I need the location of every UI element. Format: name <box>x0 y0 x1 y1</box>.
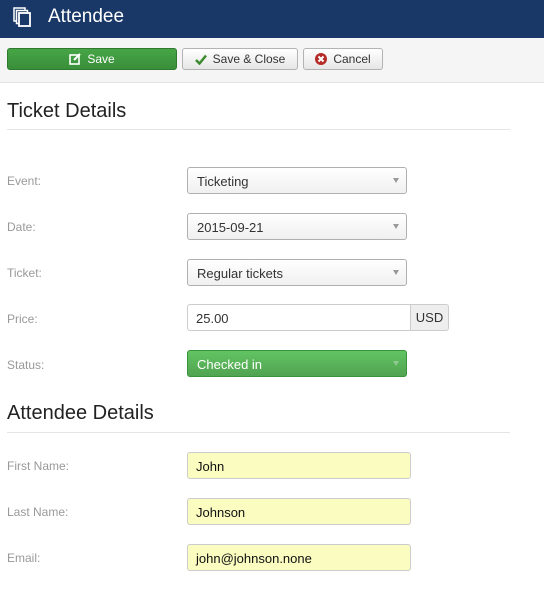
first-name-label: First Name: <box>7 459 70 473</box>
date-label: Date: <box>7 220 36 234</box>
toolbar: Save Save & Close Cancel <box>0 38 544 83</box>
event-label: Event: <box>7 174 42 188</box>
last-name-label: Last Name: <box>7 505 69 519</box>
save-button[interactable]: Save <box>7 48 177 70</box>
first-name-input[interactable]: John <box>187 452 411 479</box>
edit-icon <box>69 53 82 65</box>
chevron-down-icon <box>393 361 399 366</box>
cancel-button[interactable]: Cancel <box>303 48 383 70</box>
chevron-down-icon <box>393 270 399 275</box>
date-select[interactable]: 2015-09-21 <box>187 213 407 240</box>
check-icon <box>194 54 207 65</box>
save-close-label: Save & Close <box>212 52 286 66</box>
price-input[interactable]: 25.00 <box>187 304 411 331</box>
email-label: Email: <box>7 551 41 565</box>
copy-icon <box>13 7 31 27</box>
page-header: Attendee <box>0 0 544 38</box>
ticket-label: Ticket: <box>7 266 42 280</box>
chevron-down-icon <box>393 224 399 229</box>
ticket-details-heading: Ticket Details <box>7 100 127 122</box>
email-input[interactable]: john@johnson.none <box>187 544 411 571</box>
save-close-button[interactable]: Save & Close <box>182 48 298 70</box>
save-label: Save <box>87 52 115 66</box>
ticket-select[interactable]: Regular tickets <box>187 259 407 286</box>
status-label: Status: <box>7 358 45 372</box>
cancel-label: Cancel <box>333 52 371 66</box>
chevron-down-icon <box>393 178 399 183</box>
divider <box>7 432 510 433</box>
date-value: 2015-09-21 <box>197 220 264 235</box>
ticket-value: Regular tickets <box>197 266 283 281</box>
cancel-icon <box>315 53 328 65</box>
event-value: Ticketing <box>197 174 249 189</box>
status-select[interactable]: Checked in <box>187 350 407 377</box>
page-title: Attendee <box>48 6 125 27</box>
divider <box>7 129 510 130</box>
currency-addon: USD <box>410 304 449 331</box>
last-name-input[interactable]: Johnson <box>187 498 411 525</box>
event-select[interactable]: Ticketing <box>187 167 407 194</box>
status-value: Checked in <box>197 357 263 372</box>
attendee-details-heading: Attendee Details <box>7 402 154 424</box>
price-label: Price: <box>7 312 38 326</box>
